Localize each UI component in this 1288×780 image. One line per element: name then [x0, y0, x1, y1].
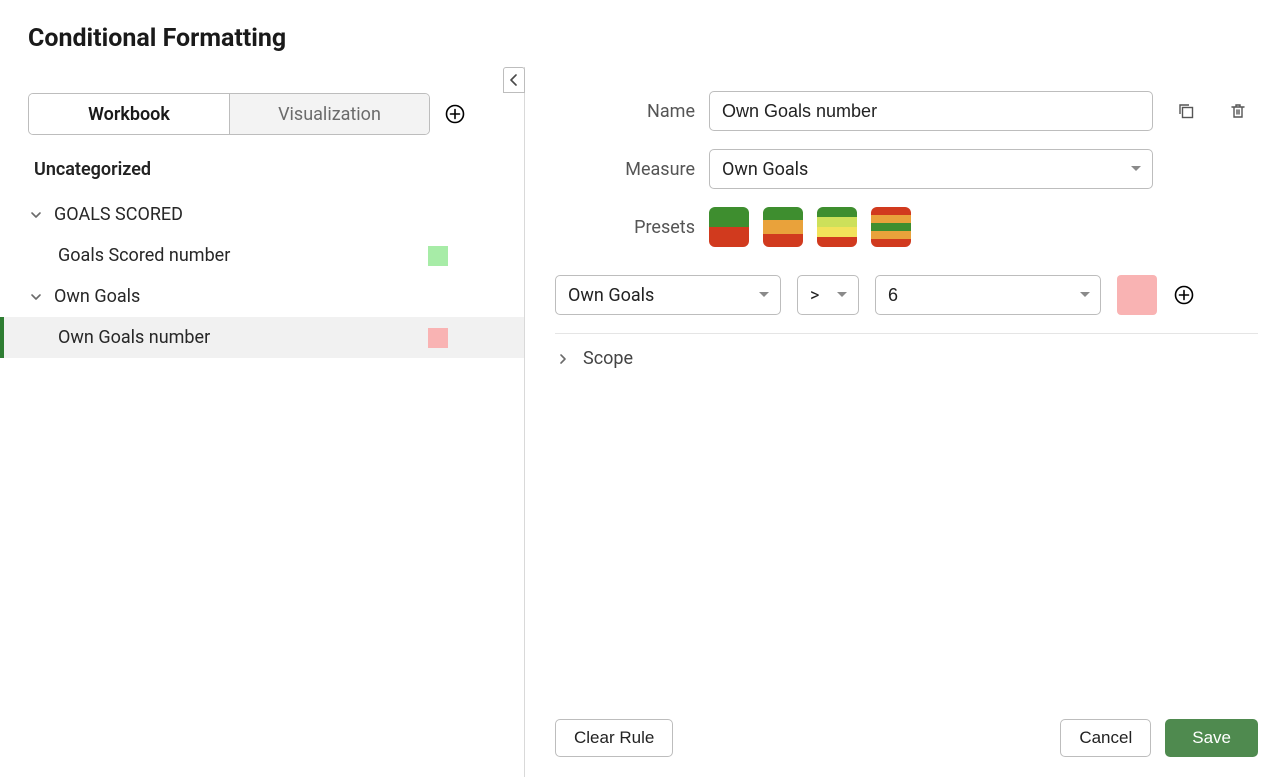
clear-rule-button[interactable]: Clear Rule: [555, 719, 673, 757]
caret-down-icon: [1130, 165, 1142, 173]
presets-label: Presets: [555, 217, 695, 238]
tab-group: Workbook Visualization: [28, 93, 430, 135]
caret-down-icon: [758, 291, 770, 299]
preset-set: [709, 207, 911, 247]
rule-operator-value: >: [810, 285, 819, 306]
item-label: Own Goals number: [58, 327, 210, 348]
copy-icon: [1177, 102, 1195, 120]
color-swatch: [428, 328, 448, 348]
right-panel: Name Measure Own Goals: [525, 67, 1288, 777]
measure-value: Own Goals: [722, 159, 808, 180]
preset-swatch[interactable]: [817, 207, 857, 247]
rule-field-select[interactable]: Own Goals: [555, 275, 781, 315]
measure-label: Measure: [555, 159, 695, 180]
rule-row: Own Goals >: [555, 275, 1258, 315]
page-title: Conditional Formatting: [0, 0, 1288, 67]
trash-icon: [1229, 102, 1247, 120]
list-item[interactable]: Goals Scored number: [0, 235, 524, 276]
chevron-left-icon: [509, 74, 519, 86]
group-label: Own Goals: [54, 286, 140, 307]
rule-operator-select[interactable]: >: [797, 275, 859, 315]
scope-label: Scope: [583, 348, 633, 369]
scope-toggle[interactable]: Scope: [555, 348, 1258, 369]
preset-swatch[interactable]: [763, 207, 803, 247]
item-label: Goals Scored number: [58, 245, 230, 266]
save-button[interactable]: Save: [1165, 719, 1258, 757]
preset-swatch[interactable]: [709, 207, 749, 247]
rule-value-input[interactable]: [875, 275, 1101, 315]
color-swatch: [428, 246, 448, 266]
name-label: Name: [555, 101, 695, 122]
add-rule-button[interactable]: [444, 103, 466, 125]
cancel-button[interactable]: Cancel: [1060, 719, 1151, 757]
list-item[interactable]: Own Goals number: [0, 317, 524, 358]
caret-down-icon: [836, 291, 848, 299]
collapse-panel-button[interactable]: [503, 67, 525, 93]
group-own-goals[interactable]: Own Goals: [0, 276, 524, 317]
group-goals-scored[interactable]: GOALS SCORED: [0, 194, 524, 235]
left-panel: Workbook Visualization Uncategorized GOA…: [0, 67, 525, 777]
delete-button[interactable]: [1227, 100, 1249, 122]
preset-swatch[interactable]: [871, 207, 911, 247]
section-heading: Uncategorized: [0, 153, 524, 194]
divider: [555, 333, 1258, 334]
chevron-down-icon: [28, 289, 44, 305]
chevron-down-icon: [28, 207, 44, 223]
rule-color-swatch[interactable]: [1117, 275, 1157, 315]
rule-field-value: Own Goals: [568, 285, 654, 306]
tab-workbook[interactable]: Workbook: [29, 94, 229, 134]
add-condition-button[interactable]: [1173, 284, 1195, 306]
group-label: GOALS SCORED: [54, 204, 183, 225]
chevron-right-icon: [555, 351, 571, 367]
tab-visualization[interactable]: Visualization: [229, 94, 429, 134]
name-input[interactable]: [709, 91, 1153, 131]
plus-circle-icon: [1174, 285, 1194, 305]
duplicate-button[interactable]: [1175, 100, 1197, 122]
plus-circle-icon: [445, 104, 465, 124]
measure-select[interactable]: Own Goals: [709, 149, 1153, 189]
